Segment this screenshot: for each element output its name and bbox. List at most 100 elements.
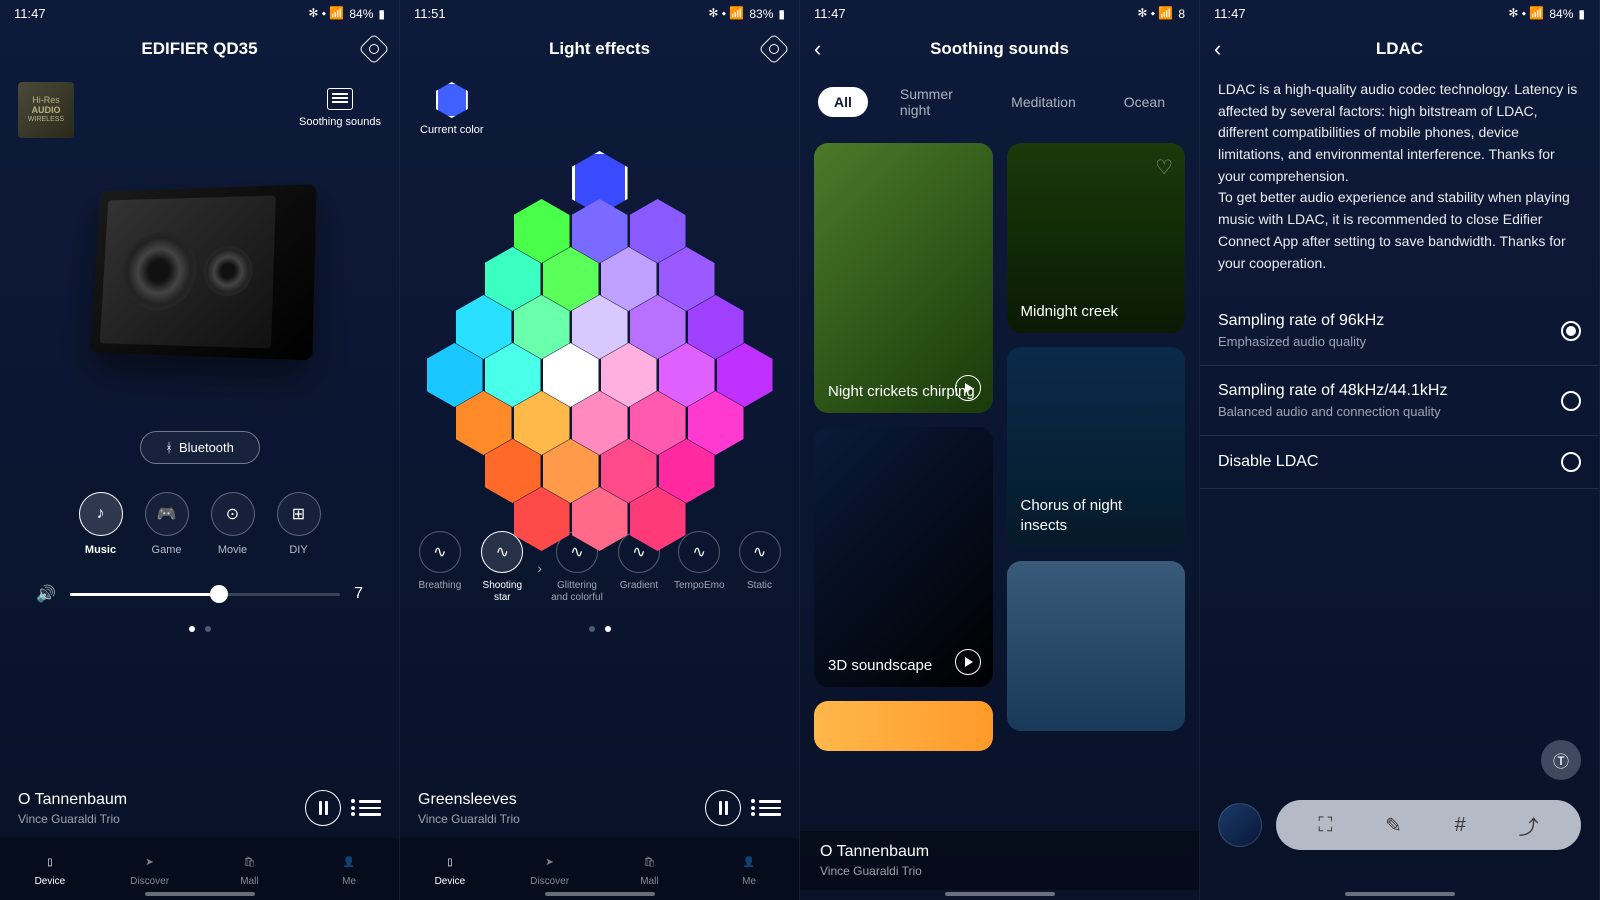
favorite-icon[interactable]: ♡	[1155, 155, 1173, 180]
category-chips: All Summer night Meditation Ocean	[800, 71, 1199, 133]
now-playing-bar[interactable]: Greensleeves Vince Guaraldi Trio	[400, 778, 799, 838]
radio-button[interactable]	[1561, 321, 1581, 341]
home-indicator[interactable]	[145, 892, 255, 896]
tab-me[interactable]: 👤Me	[699, 838, 799, 900]
panel-light-effects: 11:51 ✻ ⬩ 📶 83% ▮ Light effects Current …	[400, 0, 800, 900]
chip-all[interactable]: All	[818, 87, 868, 117]
sound-card[interactable]: Night crickets chirping	[814, 143, 993, 413]
app-header: ‹ Soothing sounds	[800, 27, 1199, 71]
tab-device[interactable]: ▯Device	[0, 838, 100, 900]
home-indicator[interactable]	[1345, 892, 1455, 896]
status-time: 11:47	[14, 6, 46, 21]
app-header: ‹ LDAC	[1200, 27, 1599, 71]
mode-game[interactable]: 🎮Game	[145, 492, 189, 556]
page-title: Soothing sounds	[930, 39, 1069, 59]
sound-card[interactable]	[814, 701, 993, 751]
radio-button[interactable]	[1561, 452, 1581, 472]
panel-ldac: 11:47 ✻ ⬩ 📶 84% ▮ ‹ LDAC LDAC is a high-…	[1200, 0, 1600, 900]
product-image	[60, 131, 340, 411]
page-dots[interactable]	[0, 626, 399, 632]
status-bar: 11:51 ✻ ⬩ 📶 83% ▮	[400, 0, 799, 27]
chip-meditation[interactable]: Meditation	[995, 87, 1092, 117]
ldac-option[interactable]: Sampling rate of 48kHz/44.1kHzBalanced a…	[1200, 366, 1599, 436]
mode-movie[interactable]: ⊙Movie	[211, 492, 255, 556]
tab-discover[interactable]: ➤Discover	[100, 838, 200, 900]
home-indicator[interactable]	[545, 892, 655, 896]
volume-icon: 🔊	[36, 584, 56, 604]
bluetooth-icon: ᚼ	[165, 440, 173, 455]
gear-icon	[758, 33, 789, 64]
effect-breathing[interactable]: ∿Breathing	[418, 531, 461, 604]
play-icon[interactable]	[955, 375, 981, 401]
page-title: Light effects	[549, 39, 650, 59]
tab-discover[interactable]: ➤Discover	[500, 838, 600, 900]
tab-bar: ▯Device➤Discover🛍Mall👤Me	[0, 838, 399, 900]
tab-me[interactable]: 👤Me	[299, 838, 399, 900]
chip-ocean[interactable]: Ocean	[1108, 87, 1181, 117]
settings-button[interactable]	[363, 38, 385, 60]
track-artist: Vince Guaraldi Trio	[18, 812, 127, 826]
ldac-option[interactable]: Disable LDAC	[1200, 436, 1599, 489]
page-title: LDAC	[1376, 39, 1423, 59]
ldac-option[interactable]: Sampling rate of 96kHzEmphasized audio q…	[1200, 296, 1599, 366]
radio-button[interactable]	[1561, 391, 1581, 411]
status-bar: 11:47 ✻ ⬩ 📶 84% ▮	[0, 0, 399, 27]
volume-value: 7	[354, 585, 363, 603]
chip-summer-night[interactable]: Summer night	[884, 79, 979, 125]
mode-music[interactable]: ♪Music	[79, 492, 123, 556]
pause-button[interactable]	[305, 790, 341, 826]
volume-row: 🔊 7	[0, 584, 399, 604]
page-dots[interactable]	[400, 626, 799, 632]
current-color-swatch[interactable]	[436, 82, 468, 118]
settings-button[interactable]	[763, 38, 785, 60]
sound-card[interactable]: ♡Midnight creek	[1007, 143, 1186, 333]
share-icon[interactable]: ⤴	[1519, 811, 1539, 840]
sound-card[interactable]: 3D soundscape	[814, 427, 993, 687]
effect-shooting-star[interactable]: ∿Shooting star	[475, 531, 529, 604]
soothing-sounds-link[interactable]: Soothing sounds	[299, 88, 381, 128]
tag-icon[interactable]: #	[1455, 814, 1466, 837]
hires-badge: Hi-ResAUDIOWIRELESS	[18, 82, 74, 138]
toolbar-actions: ⛶ ✎ # ⤴	[1276, 800, 1581, 850]
sound-modes: ♪Music 🎮Game ⊙Movie ⊞DIY	[0, 492, 399, 556]
home-indicator[interactable]	[945, 892, 1055, 896]
playlist-button[interactable]	[359, 800, 381, 816]
ldac-description: LDAC is a high-quality audio codec techn…	[1200, 71, 1599, 296]
mode-diy[interactable]: ⊞DIY	[277, 492, 321, 556]
toolbar-thumbnail[interactable]	[1218, 803, 1262, 847]
track-title: O Tannenbaum	[18, 791, 127, 809]
edit-icon[interactable]: ✎	[1385, 813, 1402, 838]
now-playing-bar[interactable]: O Tannenbaum Vince Guaraldi Trio	[0, 778, 399, 838]
mini-player[interactable]: O Tannenbaum Vince Guaraldi Trio	[800, 831, 1199, 890]
app-header: Light effects	[400, 27, 799, 71]
gear-icon	[358, 33, 389, 64]
panel-device: 11:47 ✻ ⬩ 📶 84% ▮ EDIFIER QD35 Hi-ResAUD…	[0, 0, 400, 900]
tab-device[interactable]: ▯Device	[400, 838, 500, 900]
back-button[interactable]: ‹	[1214, 36, 1221, 62]
back-button[interactable]: ‹	[814, 36, 821, 62]
status-bar: 11:47 ✻ ⬩ 📶 84% ▮	[1200, 0, 1599, 27]
current-color: Current color	[420, 82, 484, 136]
color-picker-grid	[420, 151, 780, 511]
list-icon	[327, 88, 353, 110]
ldac-options: Sampling rate of 96kHzEmphasized audio q…	[1200, 296, 1599, 489]
volume-slider[interactable]	[70, 593, 340, 596]
tab-mall[interactable]: 🛍Mall	[200, 838, 300, 900]
effect-tempoemo[interactable]: ∿TempoEmo	[674, 531, 725, 604]
tab-bar: ▯Device➤Discover🛍Mall👤Me	[400, 838, 799, 900]
app-header: EDIFIER QD35	[0, 27, 399, 71]
sound-card[interactable]: Chorus of night insects	[1007, 347, 1186, 547]
play-icon[interactable]	[955, 649, 981, 675]
sound-grid[interactable]: Night crickets chirping3D soundscape ♡Mi…	[800, 133, 1199, 753]
text-select-button[interactable]: Ⓣ	[1541, 740, 1581, 780]
crop-icon[interactable]: ⛶	[1318, 814, 1332, 837]
pause-button[interactable]	[705, 790, 741, 826]
panel-soothing-sounds: 11:47 ✻ ⬩ 📶 8 ‹ Soothing sounds All Summe…	[800, 0, 1200, 900]
playlist-button[interactable]	[759, 800, 781, 816]
status-bar: 11:47 ✻ ⬩ 📶 8	[800, 0, 1199, 27]
sound-card[interactable]	[1007, 561, 1186, 731]
tab-mall[interactable]: 🛍Mall	[600, 838, 700, 900]
effect-static[interactable]: ∿Static	[739, 531, 781, 604]
bluetooth-button[interactable]: ᚼ Bluetooth	[140, 431, 260, 464]
share-toolbar: ⛶ ✎ # ⤴	[1218, 800, 1581, 850]
